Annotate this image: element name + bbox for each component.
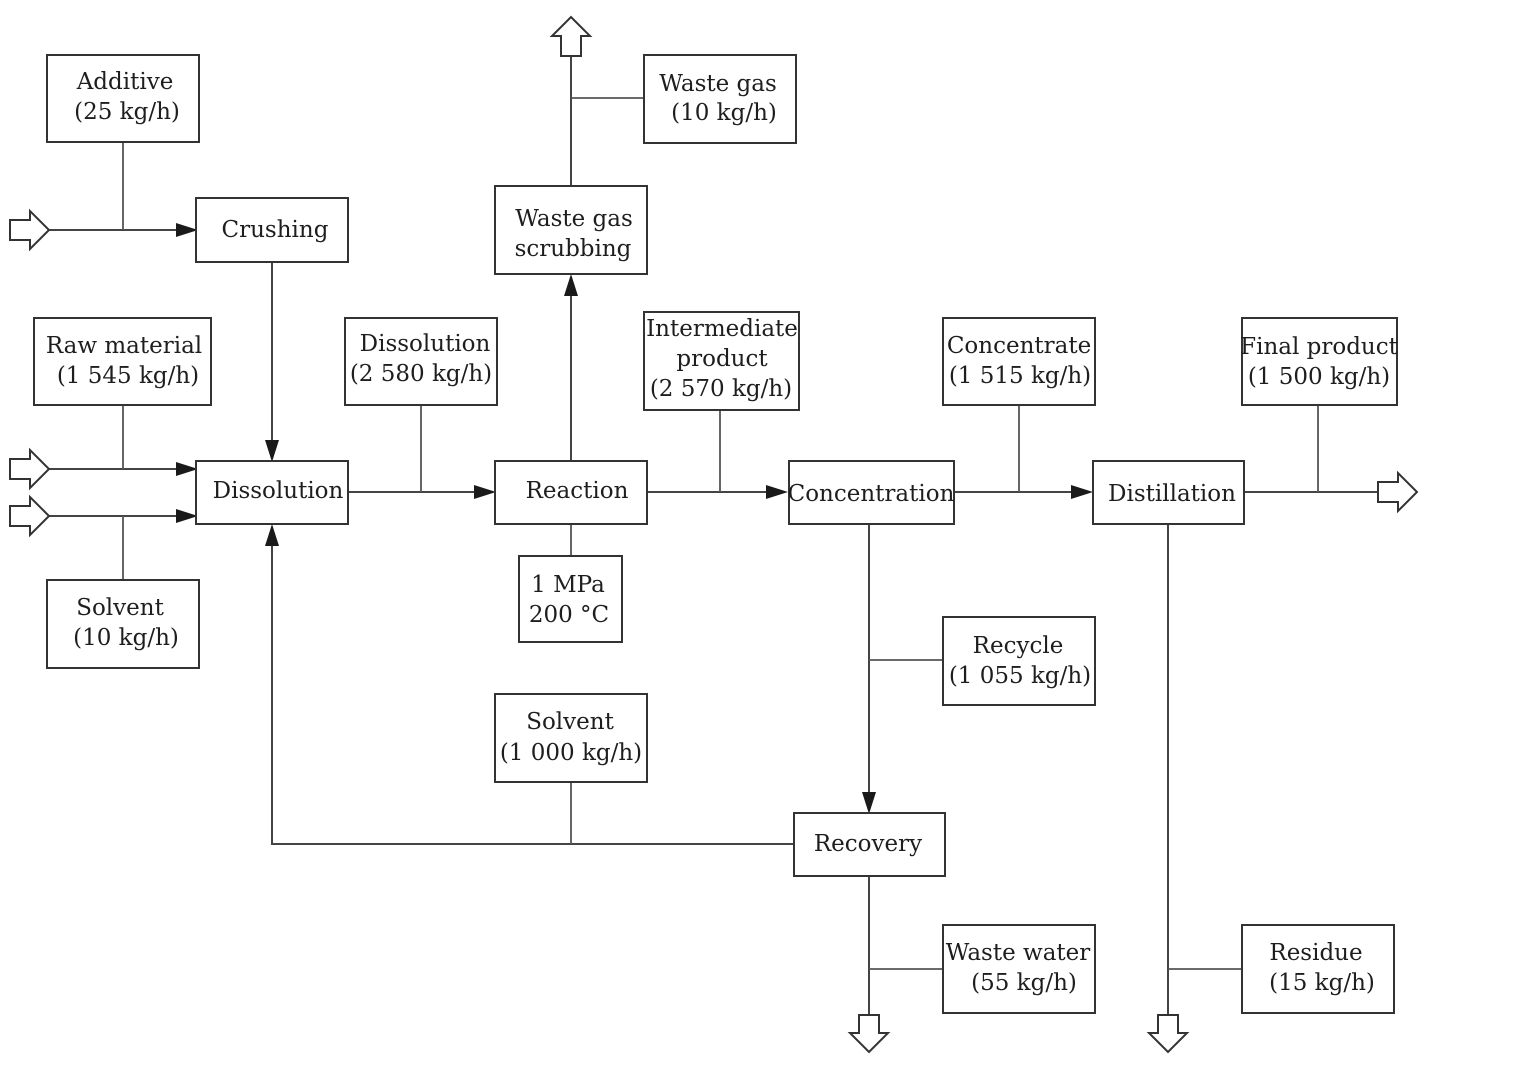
process-step-label: Crushing <box>222 217 329 243</box>
arrowhead-into-scrubbing <box>564 274 578 296</box>
process-step-distillation: Distillation <box>1092 460 1245 525</box>
arrowhead-into-concentration <box>766 485 788 499</box>
stream-label-residue: Residue (15 kg/h) <box>1241 924 1395 1014</box>
stream-label-final-product: Final product (1 500 kg/h) <box>1240 317 1399 406</box>
process-step-dissolution: Dissolution <box>195 460 349 525</box>
arrowhead-into-crushing <box>176 223 198 237</box>
stream-rate: (10 kg/h) <box>671 100 777 126</box>
stream-rate: (1 000 kg/h) <box>500 740 642 766</box>
process-step-label: Concentration <box>788 481 955 507</box>
outlet-arrow-icon-waste-gas <box>549 15 593 57</box>
stream-label-solvent-recovered: Solvent (1 000 kg/h) <box>494 693 648 783</box>
process-step-recovery: Recovery <box>793 812 946 877</box>
outlet-arrow-icon-waste-water <box>847 1014 891 1054</box>
inlet-arrow-icon-solvent <box>9 494 51 538</box>
arrowhead-recycle-into-dissolution <box>265 524 279 546</box>
stream-name: Solvent <box>526 709 614 735</box>
process-step-label: Reaction <box>526 478 629 504</box>
stream-rate: (1 055 kg/h) <box>949 663 1091 689</box>
arrowhead-into-distillation <box>1071 485 1093 499</box>
inlet-arrow-icon-additive <box>9 208 51 252</box>
stream-rate: (1 500 kg/h) <box>1248 364 1390 390</box>
stream-label-raw-material: Raw material (1 545 kg/h) <box>33 317 212 406</box>
stream-rate: (2 570 kg/h) <box>650 376 792 402</box>
arrowhead-raw-into-dissolution <box>176 462 198 476</box>
stream-rate: (1 515 kg/h) <box>949 363 1091 389</box>
stream-rate: (10 kg/h) <box>73 625 179 651</box>
stream-name: Additive <box>76 69 174 95</box>
process-step-waste-gas-scrubbing: Waste gas scrubbing <box>494 185 648 275</box>
stream-label-solvent-in: Solvent (10 kg/h) <box>46 579 200 669</box>
stream-rate: (55 kg/h) <box>971 970 1077 996</box>
process-step-reaction: Reaction <box>494 460 648 525</box>
stream-name: Raw material <box>46 333 202 359</box>
process-step-label: Waste gas <box>515 206 633 232</box>
stream-name: Recycle <box>973 633 1064 659</box>
stream-label-additive: Additive (25 kg/h) <box>46 54 200 143</box>
stream-name: Waste water <box>946 940 1091 966</box>
process-step-crushing: Crushing <box>195 197 349 263</box>
stream-rate: (15 kg/h) <box>1269 970 1375 996</box>
stream-label-intermediate-product: Intermediate product (2 570 kg/h) <box>643 311 800 411</box>
stream-rate: (2 580 kg/h) <box>350 361 492 387</box>
stream-label-reaction-conditions: 1 MPa 200 °C <box>518 555 623 643</box>
outlet-arrow-icon-residue <box>1146 1014 1190 1054</box>
stream-label-waste-gas: Waste gas (10 kg/h) <box>643 54 797 144</box>
stream-label-recycle: Recycle (1 055 kg/h) <box>942 616 1096 706</box>
stream-name: Concentrate <box>947 333 1091 359</box>
stream-rate: (25 kg/h) <box>74 99 180 125</box>
stream-label-concentrate: Concentrate (1 515 kg/h) <box>942 317 1096 406</box>
stream-name: Final product <box>1240 334 1398 360</box>
stream-rate: (1 545 kg/h) <box>57 363 199 389</box>
stream-label-waste-water: Waste water (55 kg/h) <box>942 924 1096 1014</box>
process-step-concentration: Concentration <box>788 460 955 525</box>
process-step-label: Distillation <box>1108 481 1236 507</box>
inlet-arrow-icon-raw-material <box>9 447 51 491</box>
stream-name: Intermediate <box>646 316 798 342</box>
arrowhead-into-recovery <box>862 792 876 814</box>
process-flow-diagram: Crushing Dissolution Reaction Waste gas … <box>9 15 1419 1054</box>
pressure-value: 1 MPa <box>531 572 605 598</box>
stream-label-dissolution-out: Dissolution (2 580 kg/h) <box>344 317 498 406</box>
process-step-label: Recovery <box>814 831 922 857</box>
process-step-label: Dissolution <box>213 478 344 504</box>
stream-name: Dissolution <box>360 331 491 357</box>
stream-name: product <box>676 346 768 372</box>
arrowhead-into-dissolution-top <box>265 440 279 462</box>
temperature-value: 200 °C <box>529 602 609 628</box>
arrowhead-solvent-into-dissolution <box>176 509 198 523</box>
process-step-label: scrubbing <box>515 236 632 262</box>
hollow-arrows <box>9 15 1419 1054</box>
outlet-arrow-icon-final-product <box>1377 470 1419 514</box>
stream-name: Residue <box>1269 940 1362 966</box>
stream-name: Solvent <box>76 595 164 621</box>
stream-name: Waste gas <box>659 71 777 97</box>
arrowhead-into-reaction <box>474 485 496 499</box>
